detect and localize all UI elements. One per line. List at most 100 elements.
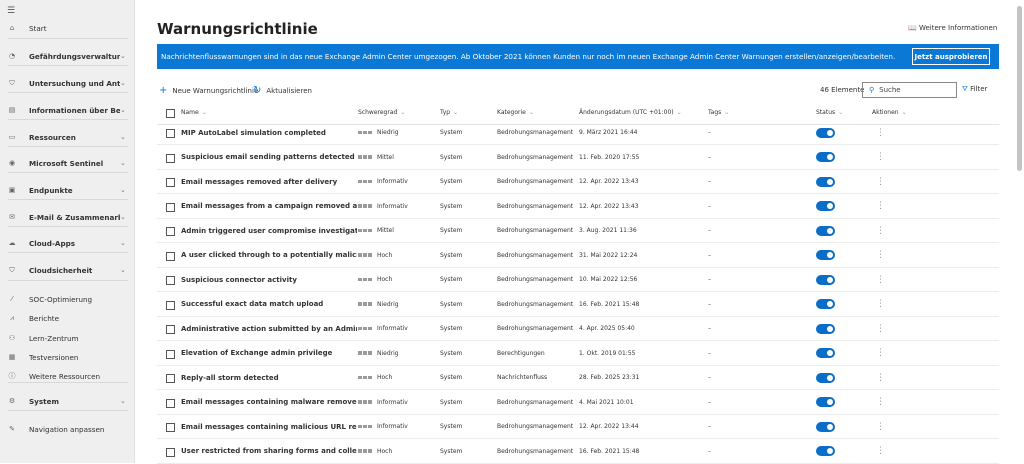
row-checkbox[interactable] (166, 153, 175, 163)
status-toggle[interactable] (816, 121, 835, 144)
policy-name[interactable]: Suspicious email sending patterns detect… (181, 146, 357, 169)
more-actions-icon[interactable]: ⋮ (872, 342, 885, 365)
sidebar-item-untersuchung-und-antwort[interactable]: ⛉Untersuchung und Antwort⌄ (0, 72, 134, 94)
policy-name[interactable]: Admin triggered user compromise investig… (181, 219, 357, 242)
hamburger-menu-icon[interactable]: ☰ (7, 6, 15, 16)
more-actions-icon[interactable]: ⋮ (872, 219, 885, 242)
chevron-down-icon[interactable]: ⌄ (120, 239, 134, 247)
status-toggle[interactable] (816, 391, 835, 414)
more-actions-icon[interactable]: ⋮ (872, 244, 885, 267)
sidebar-item-cloud-apps[interactable]: ☁ Cloud-Apps ⌄ (0, 232, 134, 254)
table-row[interactable]: Email messages removed after delivery In… (157, 170, 999, 194)
table-row[interactable]: MIP AutoLabel simulation completed Niedr… (157, 121, 999, 145)
more-actions-icon[interactable]: ⋮ (872, 415, 885, 438)
table-row[interactable]: Suspicious connector activity Hoch Syste… (157, 268, 999, 292)
row-checkbox[interactable] (166, 251, 175, 261)
more-actions-icon[interactable]: ⋮ (872, 440, 885, 463)
status-toggle[interactable] (816, 219, 835, 242)
status-toggle[interactable] (816, 195, 835, 218)
policy-name[interactable]: A user clicked through to a potentially … (181, 244, 357, 267)
refresh-button[interactable]: ↻ Aktualisieren (253, 85, 312, 96)
status-toggle[interactable] (816, 268, 835, 291)
row-checkbox[interactable] (166, 447, 175, 457)
sidebar-item-microsoft-sentinel[interactable]: ◉ Microsoft Sentinel ⌄ (0, 152, 134, 174)
sidebar-item-system[interactable]: ⚙ System ⌄ (0, 390, 134, 412)
chevron-down-icon[interactable]: ⌄ (120, 397, 134, 405)
table-row[interactable]: Administrative action submitted by an Ad… (157, 317, 999, 341)
chevron-down-icon[interactable]: ⌄ (120, 106, 134, 114)
row-checkbox[interactable] (166, 398, 175, 408)
more-actions-icon[interactable]: ⋮ (872, 293, 885, 316)
sidebar-item-cloudsicherheit[interactable]: ⛉ Cloudsicherheit ⌄ (0, 259, 134, 281)
more-info-link[interactable]: 📖 Weitere Informationen (908, 24, 997, 32)
more-actions-icon[interactable]: ⋮ (872, 146, 885, 169)
more-actions-icon[interactable]: ⋮ (872, 121, 885, 144)
filter-button[interactable]: ⛛ Filter (962, 85, 987, 94)
sidebar-item-start[interactable]: ⌂ Start (0, 17, 134, 39)
chevron-down-icon[interactable]: ⌄ (120, 133, 134, 141)
row-checkbox[interactable] (166, 349, 175, 359)
row-checkbox[interactable] (166, 276, 175, 285)
sidebar-item-gefährdungsverwaltung[interactable]: ◔ Gefährdungsverwaltung ⌄ (0, 45, 134, 67)
policy-name[interactable]: User restricted from sharing forms and c… (181, 440, 357, 463)
status-toggle[interactable] (816, 244, 835, 267)
more-actions-icon[interactable]: ⋮ (872, 366, 885, 389)
policy-name[interactable]: Email messages from a campaign removed a… (181, 195, 357, 218)
row-checkbox[interactable] (166, 423, 175, 432)
row-checkbox[interactable] (166, 202, 175, 212)
status-toggle[interactable] (816, 440, 835, 463)
policy-name[interactable]: MIP AutoLabel simulation completed (181, 121, 357, 144)
table-row[interactable]: Suspicious email sending patterns detect… (157, 146, 999, 170)
more-actions-icon[interactable]: ⋮ (872, 170, 885, 193)
scrollbar[interactable] (1017, 6, 1022, 171)
more-actions-icon[interactable]: ⋮ (872, 195, 885, 218)
policy-name[interactable]: Elevation of Exchange admin privilege (181, 342, 357, 365)
status-toggle[interactable] (816, 415, 835, 438)
table-row[interactable]: Reply-all storm detected Hoch System Nac… (157, 366, 999, 390)
policy-name[interactable]: Administrative action submitted by an Ad… (181, 317, 357, 340)
status-toggle[interactable] (816, 170, 835, 193)
table-row[interactable]: Email messages containing malware remove… (157, 391, 999, 415)
select-all-checkbox[interactable] (166, 109, 175, 118)
table-row[interactable]: Email messages containing malicious URL … (157, 415, 999, 439)
status-toggle[interactable] (816, 293, 835, 316)
more-actions-icon[interactable]: ⋮ (872, 391, 885, 414)
row-checkbox[interactable] (166, 178, 175, 187)
table-row[interactable]: User restricted from sharing forms and c… (157, 440, 999, 464)
new-policy-button[interactable]: + Neue Warnungsrichtlinie (159, 85, 258, 96)
sidebar-item-ressourcen[interactable]: ▭ Ressourcen ⌄ (0, 126, 134, 148)
status-toggle[interactable] (816, 342, 835, 365)
status-toggle[interactable] (816, 146, 835, 169)
policy-name[interactable]: Successful exact data match upload (181, 293, 357, 316)
sidebar-item-weitere-ressourcen[interactable]: ⓘ Weitere Ressourcen (0, 365, 134, 387)
sidebar-item-informationen-über-bedrohungen[interactable]: ▤Informationen über Bedrohungen⌄ (0, 99, 134, 121)
table-row[interactable]: A user clicked through to a potentially … (157, 244, 999, 268)
search-input[interactable]: ⚲ Suche (862, 82, 957, 98)
try-now-button[interactable]: Jetzt ausprobieren (912, 48, 990, 65)
row-checkbox[interactable] (166, 129, 175, 138)
row-checkbox[interactable] (166, 374, 175, 383)
table-row[interactable]: Elevation of Exchange admin privilege Ni… (157, 342, 999, 366)
chevron-down-icon[interactable]: ⌄ (120, 52, 134, 60)
chevron-down-icon[interactable]: ⌄ (120, 266, 134, 274)
policy-name[interactable]: Reply-all storm detected (181, 366, 357, 389)
policy-name[interactable]: Email messages containing malicious URL … (181, 415, 357, 438)
sidebar-item-navigation-anpassen[interactable]: ✎ Navigation anpassen (0, 418, 134, 440)
sidebar-item-e-mail-zusammenarbeit[interactable]: ✉E-Mail & Zusammenarbeit⌄ (0, 206, 134, 228)
more-actions-icon[interactable]: ⋮ (872, 268, 885, 291)
policy-name[interactable]: Email messages containing malware remove… (181, 391, 357, 414)
more-actions-icon[interactable]: ⋮ (872, 317, 885, 340)
chevron-down-icon[interactable]: ⌄ (120, 213, 134, 221)
status-toggle[interactable] (816, 317, 835, 340)
row-checkbox[interactable] (166, 325, 175, 334)
policy-name[interactable]: Suspicious connector activity (181, 268, 357, 291)
table-row[interactable]: Admin triggered user compromise investig… (157, 219, 999, 243)
chevron-down-icon[interactable]: ⌄ (120, 159, 134, 167)
table-row[interactable]: Email messages from a campaign removed a… (157, 195, 999, 219)
status-toggle[interactable] (816, 366, 835, 389)
policy-name[interactable]: Email messages removed after delivery (181, 170, 357, 193)
chevron-down-icon[interactable]: ⌄ (120, 186, 134, 194)
row-checkbox[interactable] (166, 300, 175, 310)
chevron-down-icon[interactable]: ⌄ (120, 79, 134, 87)
sidebar-item-berichte[interactable]: ⩘ Berichte (0, 307, 134, 329)
